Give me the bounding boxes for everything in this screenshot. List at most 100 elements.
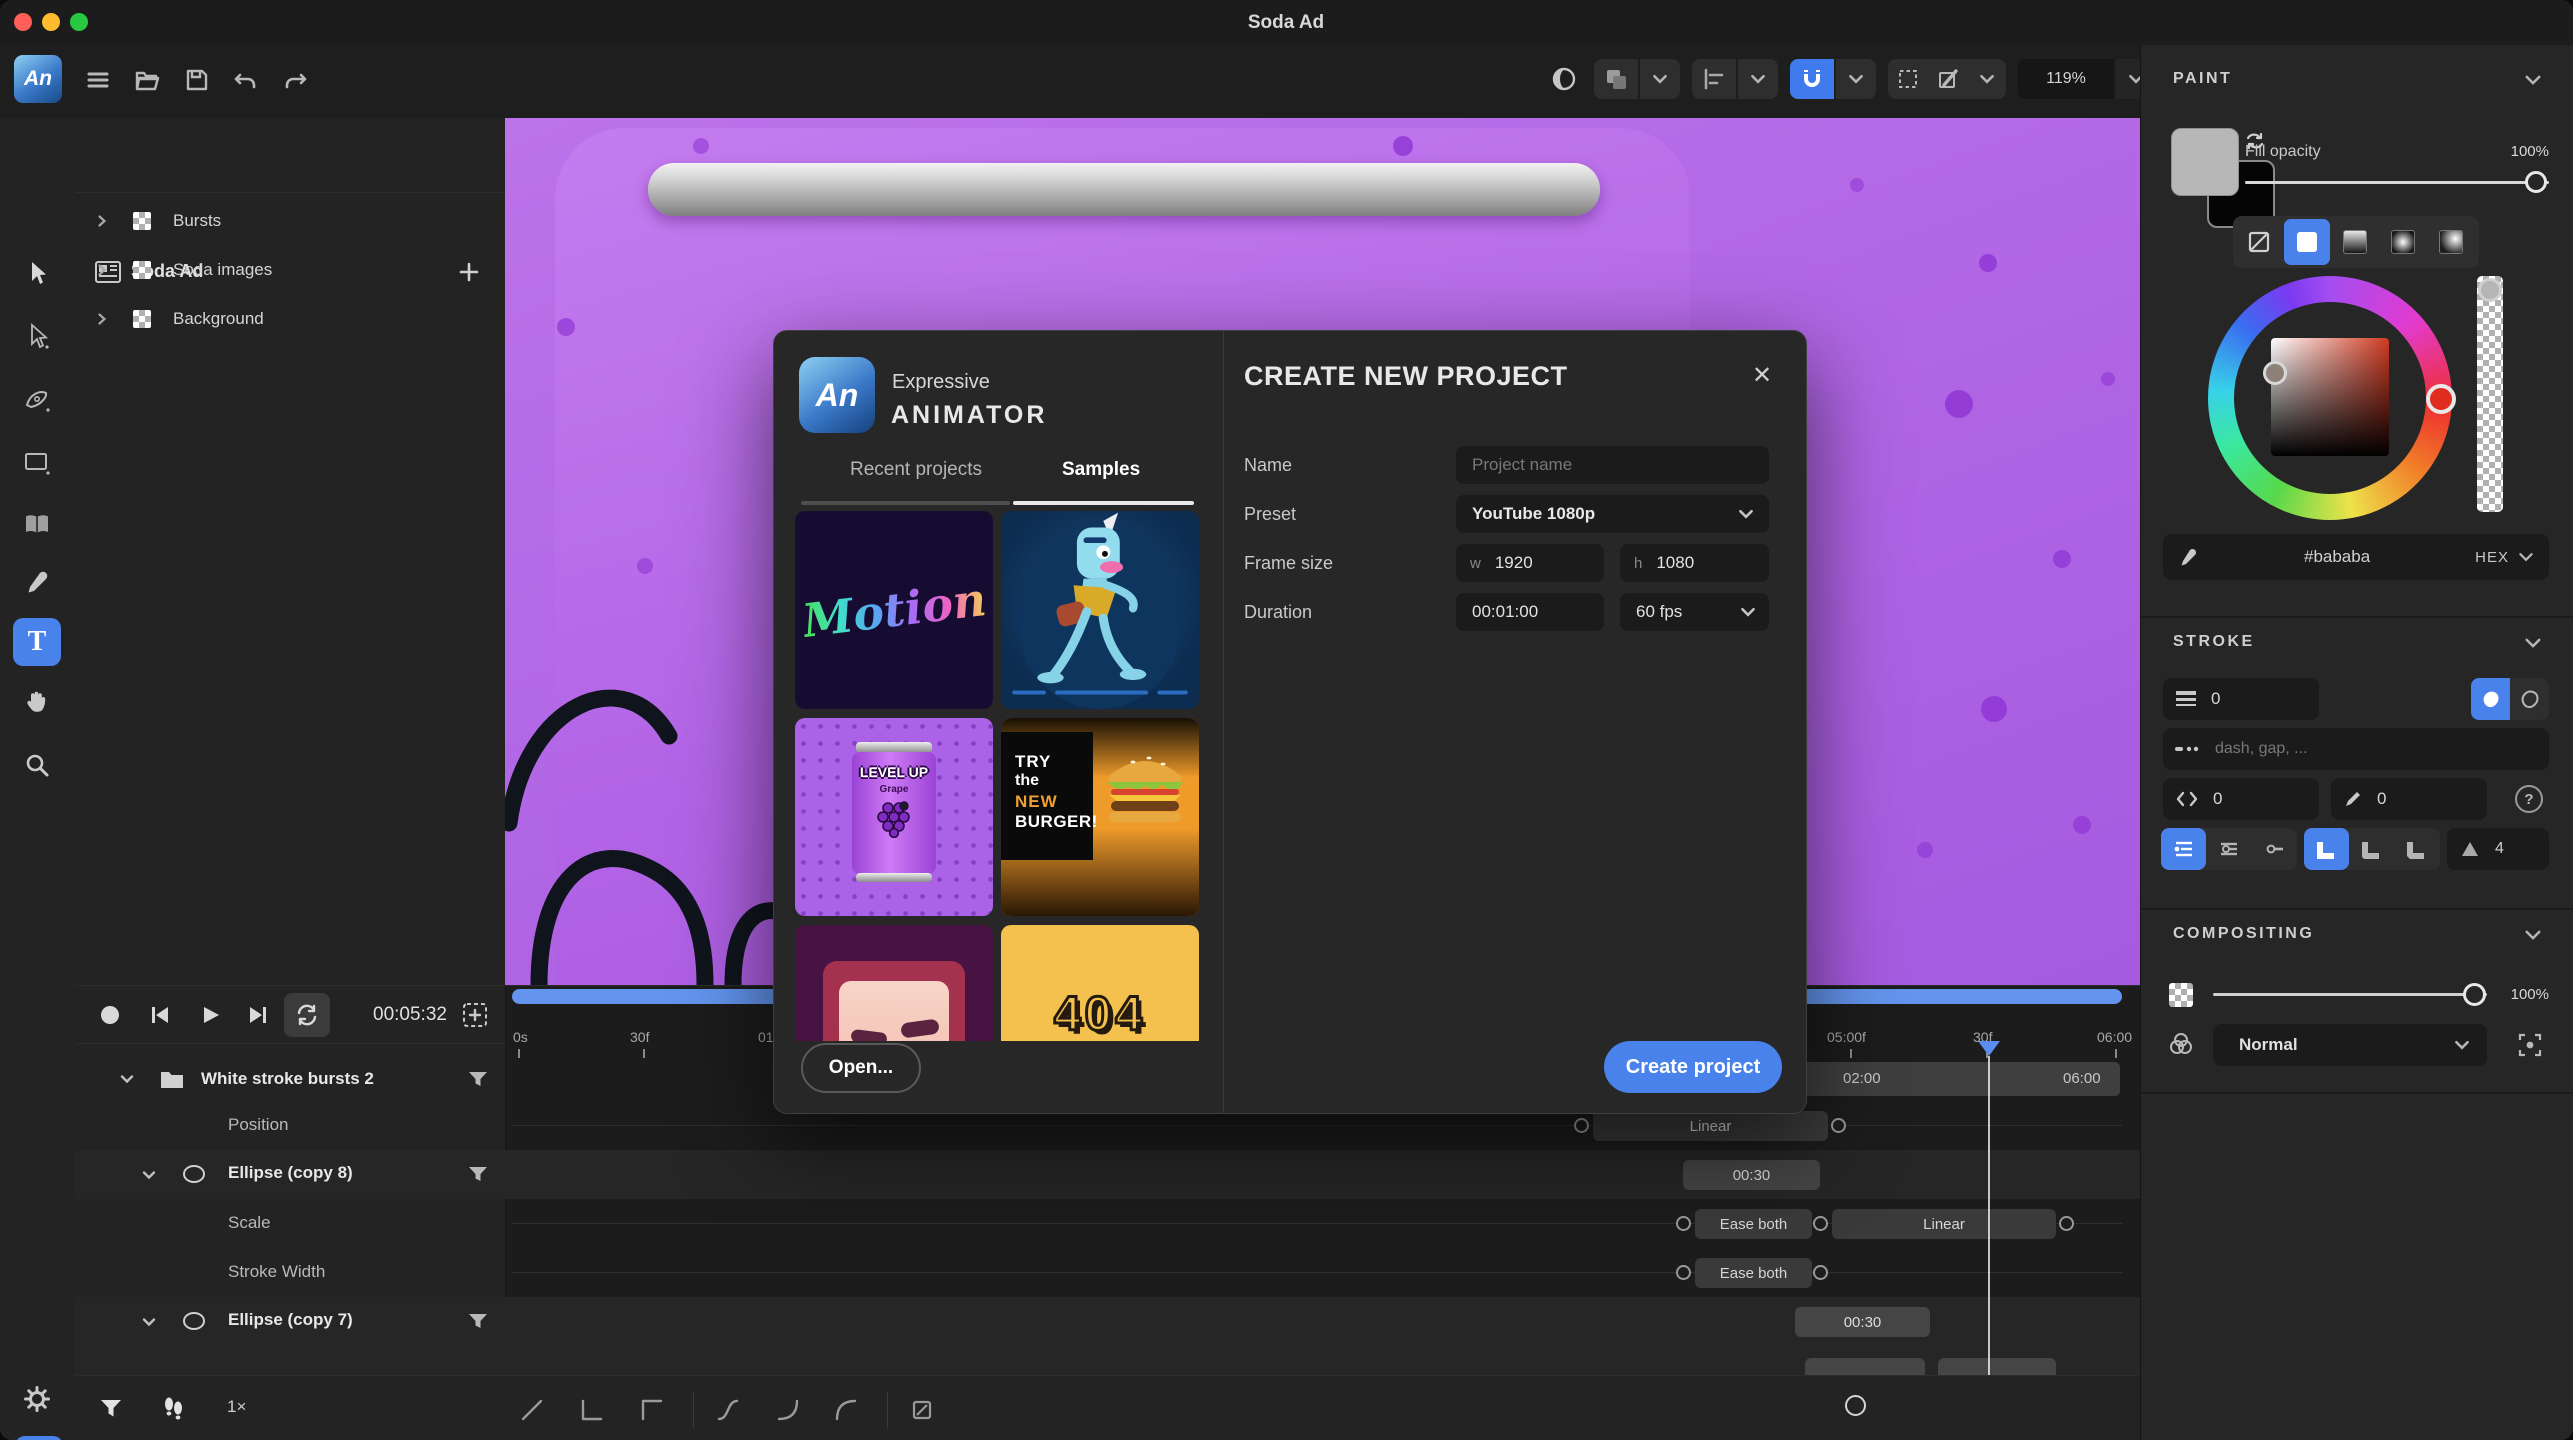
modal-close-button[interactable]: ✕ [1740, 353, 1784, 397]
filter-icon[interactable] [467, 1165, 489, 1185]
layer-opacity-slider-handle[interactable] [2463, 983, 2486, 1006]
easing-linear-button[interactable] [515, 1393, 549, 1427]
join-miter-button[interactable] [2304, 828, 2349, 870]
chevron-down-icon[interactable] [119, 1071, 135, 1087]
fill-swatch[interactable] [2171, 128, 2239, 196]
sample-troll-character[interactable] [1001, 511, 1199, 709]
layer-opacity-slider[interactable] [2213, 993, 2487, 996]
boolean-ops-dropdown[interactable] [1640, 59, 1680, 99]
boolean-ops-button[interactable] [1594, 59, 1638, 99]
main-menu-button[interactable] [82, 64, 114, 96]
frame-width-input[interactable] [1481, 552, 1587, 574]
zoom-level-field[interactable]: 119% [2018, 59, 2114, 99]
easing-segment[interactable]: Ease both [1695, 1258, 1812, 1288]
isolate-blending-icon[interactable] [2517, 1032, 2543, 1058]
rectangle-tool[interactable] [18, 443, 56, 481]
keyframe-marker[interactable] [1676, 1265, 1691, 1280]
keyframe-marker[interactable] [1813, 1216, 1828, 1231]
duration-field[interactable] [1456, 593, 1604, 631]
easing-hold-start-button[interactable] [635, 1393, 669, 1427]
paint-radial-gradient-button[interactable] [2380, 219, 2426, 265]
brush-outline-toggle[interactable] [2510, 678, 2549, 720]
clip-duration-bar[interactable]: 00:30 [1795, 1307, 1930, 1337]
easing-segment[interactable]: Linear [1593, 1111, 1828, 1141]
paint-linear-gradient-button[interactable] [2332, 219, 2378, 265]
traffic-minimize-button[interactable] [42, 13, 60, 31]
app-logo[interactable]: An [14, 55, 62, 103]
layer-item-background[interactable]: Background [75, 298, 505, 340]
save-button[interactable] [181, 64, 213, 96]
sample-face[interactable] [795, 925, 993, 1041]
frame-width-field[interactable]: w [1456, 544, 1604, 582]
stroke-align-inside-button[interactable] [2161, 828, 2206, 870]
compositing-section-header[interactable]: COMPOSITING [2173, 925, 2314, 943]
library-tool[interactable] [18, 506, 56, 544]
project-name-input[interactable] [1456, 455, 1769, 475]
join-round-button[interactable] [2349, 828, 2394, 870]
paint-texture-button[interactable] [2428, 219, 2474, 265]
pen-tool[interactable] [18, 380, 56, 418]
hand-tool[interactable] [18, 683, 56, 721]
direct-selection-tool[interactable] [18, 317, 56, 355]
brush-solid-toggle[interactable] [2471, 678, 2510, 720]
filter-icon[interactable] [467, 1070, 489, 1090]
clip-duration-bar[interactable] [1805, 1358, 1925, 1376]
smoothing-field[interactable]: 0 [2331, 778, 2487, 820]
timeline-zoom-slider-handle[interactable] [1845, 1395, 1866, 1416]
go-to-start-button[interactable] [142, 997, 178, 1033]
chevron-down-icon[interactable] [141, 1314, 157, 1330]
open-project-button[interactable]: Open... [801, 1043, 921, 1093]
saturation-value-square[interactable] [2271, 338, 2389, 456]
clip-duration-bar[interactable]: 00:30 [1683, 1160, 1820, 1190]
layer-item-bursts[interactable]: Bursts [75, 200, 505, 242]
alpha-slider[interactable] [2477, 276, 2503, 512]
filter-icon[interactable] [467, 1312, 489, 1332]
easing-segment[interactable]: Ease both [1695, 1209, 1812, 1239]
duration-input[interactable] [1456, 601, 1594, 623]
transform-tool-button[interactable] [1928, 59, 1968, 99]
keyframe-marker[interactable] [2059, 1216, 2074, 1231]
chevron-down-icon[interactable] [2523, 925, 2543, 945]
sv-cursor[interactable] [2263, 361, 2287, 385]
fill-opacity-slider[interactable] [2245, 181, 2549, 184]
alpha-slider-handle[interactable] [2478, 278, 2502, 302]
undo-button[interactable] [230, 64, 262, 96]
chevron-down-icon[interactable] [2517, 548, 2535, 566]
chevron-right-icon[interactable] [95, 214, 109, 228]
easing-ease-in-button[interactable] [771, 1393, 805, 1427]
paint-none-button[interactable] [2236, 219, 2282, 265]
chevron-down-icon[interactable] [2523, 70, 2543, 90]
frame-height-input[interactable] [1642, 552, 1748, 574]
object-row-ellipse-7[interactable]: Ellipse (copy 7) 00:30 [75, 1297, 2140, 1346]
dash-pattern-field[interactable]: dash, gap, ... [2163, 728, 2549, 770]
keyframe-marker[interactable] [1831, 1118, 1846, 1133]
settings-button[interactable] [18, 1380, 56, 1418]
go-to-end-button[interactable] [240, 997, 276, 1033]
blend-mode-dropdown[interactable]: Normal [2213, 1024, 2487, 1066]
open-file-button[interactable] [132, 64, 164, 96]
snap-dropdown[interactable] [1836, 59, 1876, 99]
keyframe-marker[interactable] [1676, 1216, 1691, 1231]
sample-burger-ad[interactable]: TRY the NEW BURGER! [1001, 718, 1199, 916]
frame-height-field[interactable]: h [1620, 544, 1769, 582]
playhead-marker[interactable] [1978, 1041, 2000, 1056]
stroke-section-header[interactable]: STROKE [2173, 633, 2255, 651]
hex-value[interactable]: #bababa [2199, 547, 2475, 567]
hue-cursor[interactable] [2426, 384, 2456, 414]
paint-section-header[interactable]: PAINT [2173, 70, 2232, 88]
selection-options-dropdown[interactable] [1968, 59, 2006, 99]
tab-samples[interactable]: Samples [1062, 459, 1140, 481]
playhead-line[interactable] [1988, 1056, 1990, 1376]
selection-tool[interactable] [18, 254, 56, 292]
stroke-align-center-button[interactable] [2206, 828, 2251, 870]
timeline-group-row[interactable]: White stroke bursts 2 [75, 1057, 505, 1101]
traffic-zoom-button[interactable] [70, 13, 88, 31]
chevron-right-icon[interactable] [95, 312, 109, 326]
keyframe-marker[interactable] [1813, 1265, 1828, 1280]
easing-hold-end-button[interactable] [575, 1393, 609, 1427]
text-tool[interactable]: T [13, 618, 61, 666]
marquee-select-button[interactable] [1888, 59, 1928, 99]
chevron-down-icon[interactable] [2523, 633, 2543, 653]
snap-toggle-button[interactable] [1790, 59, 1834, 99]
hex-mode-label[interactable]: HEX [2475, 549, 2509, 566]
